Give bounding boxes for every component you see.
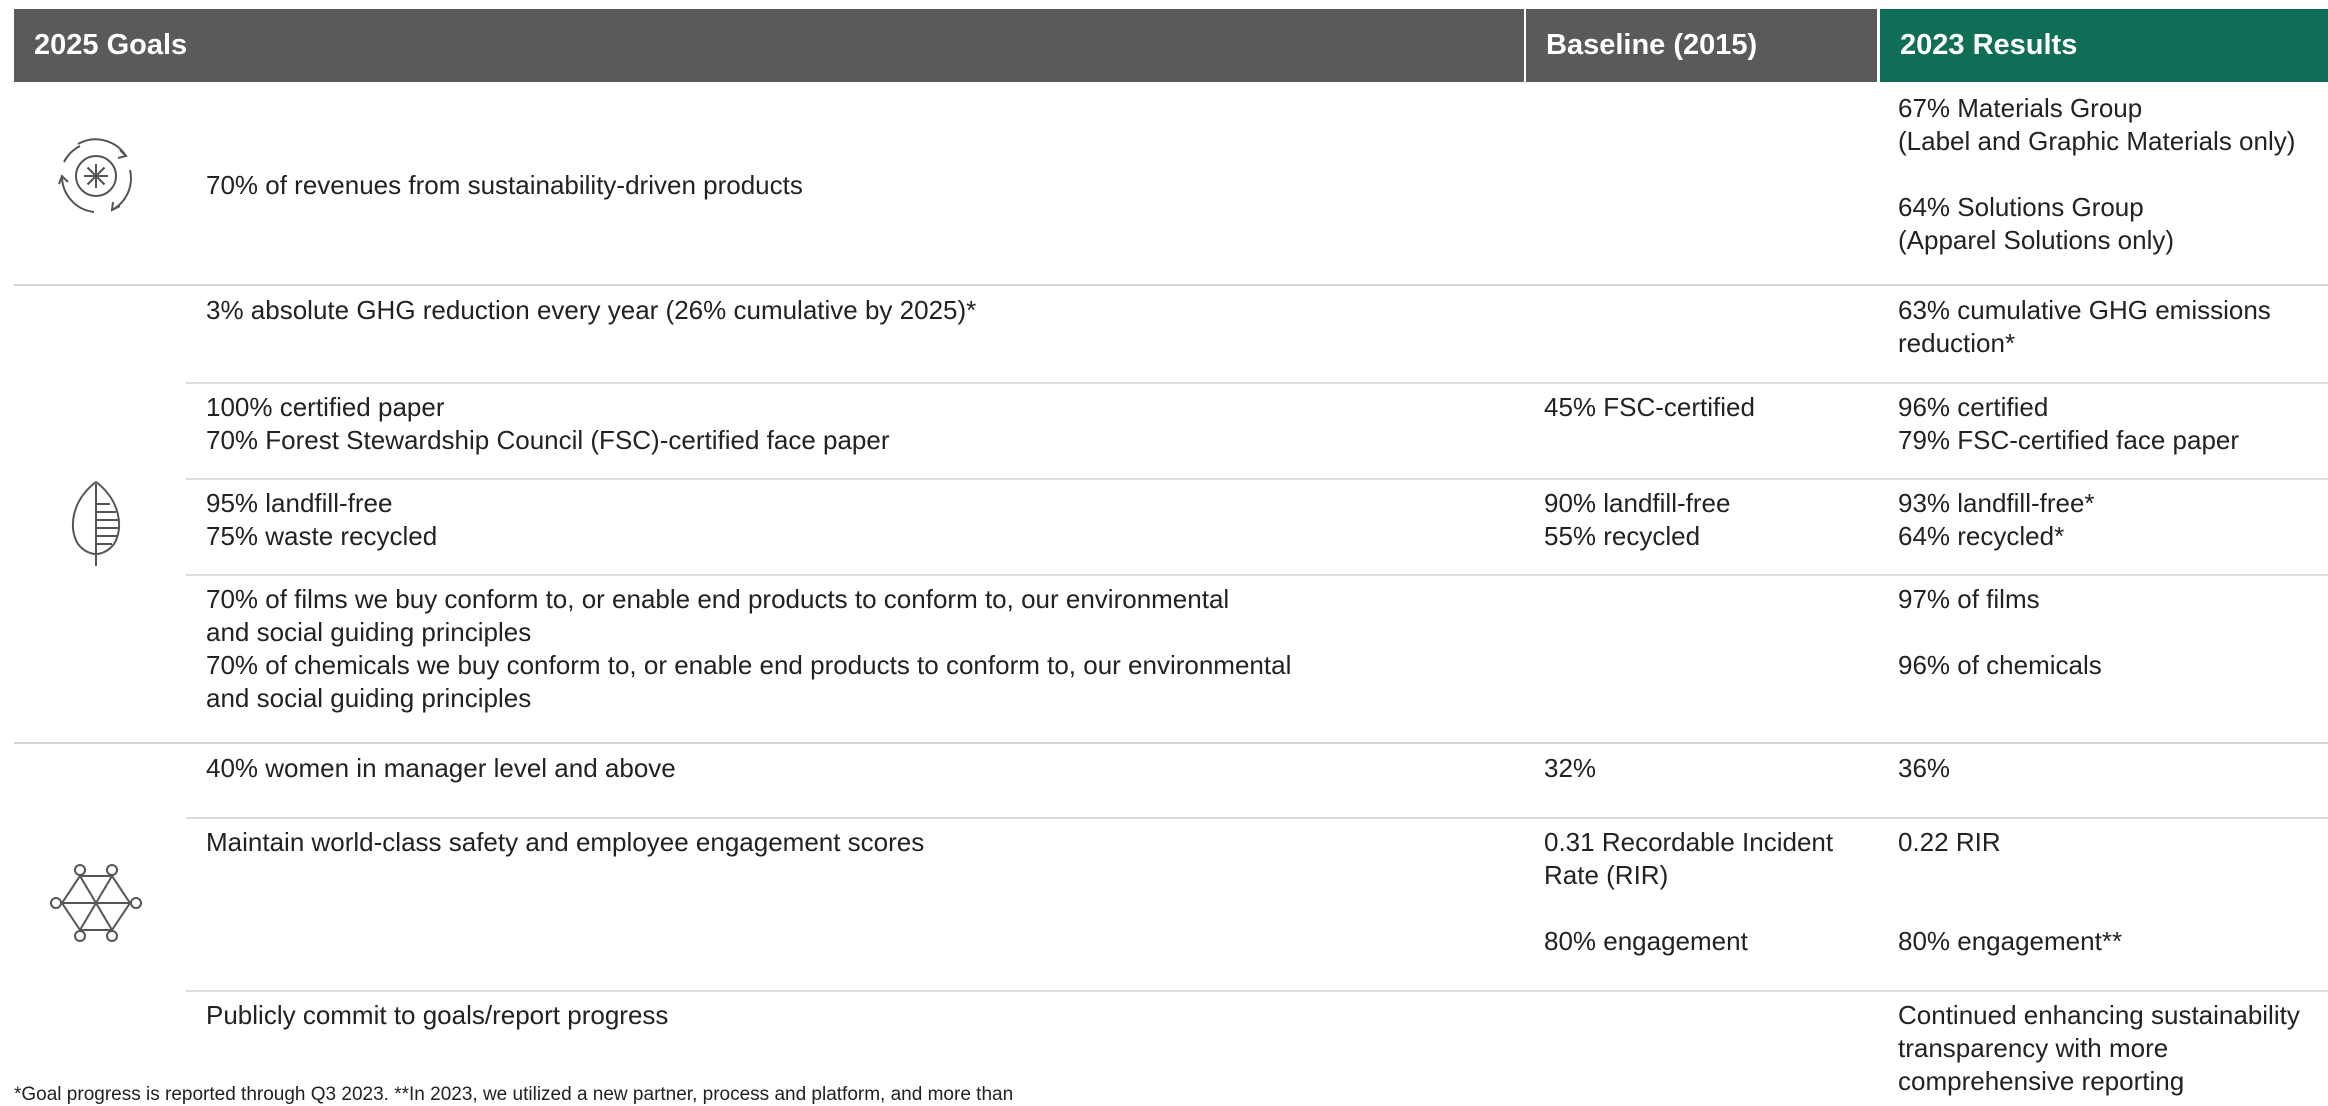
result-report-text: Continued enhancing sustainability trans… — [1898, 1000, 2300, 1096]
row-divider — [186, 990, 2328, 992]
baseline-paper-text: 45% FSC-certified — [1544, 392, 1755, 422]
row-divider — [186, 382, 2328, 384]
row-divider — [186, 817, 2328, 819]
header-goals-label: 2025 Goals — [34, 29, 188, 61]
baseline-safety-text: 0.31 Recordable Incident Rate (RIR) 80% … — [1544, 827, 1834, 956]
section-divider — [14, 284, 2328, 286]
goal-landfill-text: 95% landfill-free 75% waste recycled — [206, 488, 438, 551]
header-results-label: 2023 Results — [1900, 29, 2078, 61]
result-landfill-text: 93% landfill-free* 64% recycled* — [1898, 488, 2095, 551]
goal-revenue-text: 70% of revenues from sustainability-driv… — [206, 170, 803, 200]
section-divider — [14, 742, 2328, 744]
row-divider — [186, 478, 2328, 480]
result-women-text: 36% — [1898, 753, 1951, 783]
result-paper-text: 96% certified 79% FSC-certified face pap… — [1898, 392, 2240, 455]
goal-safety-text: Maintain world-class safety and employee… — [206, 827, 925, 857]
header-baseline-label: Baseline (2015) — [1546, 29, 1758, 61]
baseline-women-text: 32% — [1544, 753, 1597, 783]
goal-paper-text: 100% certified paper 70% Forest Stewards… — [206, 392, 890, 455]
circular-economy-icon — [58, 138, 132, 213]
goal-women-text: 40% women in manager level and above — [206, 753, 676, 783]
result-safety-text: 0.22 RIR 80% engagement** — [1898, 827, 2123, 956]
people-network-icon — [50, 864, 142, 942]
result-revenue-text: 67% Materials Group (Label and Graphic M… — [1898, 93, 2296, 255]
header-baseline: Baseline (2015) — [1526, 9, 1877, 82]
header-goals: 2025 Goals — [14, 9, 1524, 82]
header-results: 2023 Results — [1880, 9, 2328, 82]
goal-report-text: Publicly commit to goals/report progress — [206, 1000, 669, 1030]
result-films-chemicals-text: 97% of films 96% of chemicals — [1898, 584, 2102, 680]
row-divider — [186, 574, 2328, 576]
goal-films-chemicals-text: 70% of films we buy conform to, or enabl… — [206, 584, 1292, 713]
baseline-landfill-text: 90% landfill-free 55% recycled — [1544, 488, 1731, 551]
goal-ghg-text: 3% absolute GHG reduction every year (26… — [206, 295, 977, 325]
result-ghg-text: 63% cumulative GHG emissions reduction* — [1898, 295, 2271, 358]
footnote: *Goal progress is reported through Q3 20… — [14, 1084, 1014, 1105]
leaf-icon — [71, 480, 121, 566]
